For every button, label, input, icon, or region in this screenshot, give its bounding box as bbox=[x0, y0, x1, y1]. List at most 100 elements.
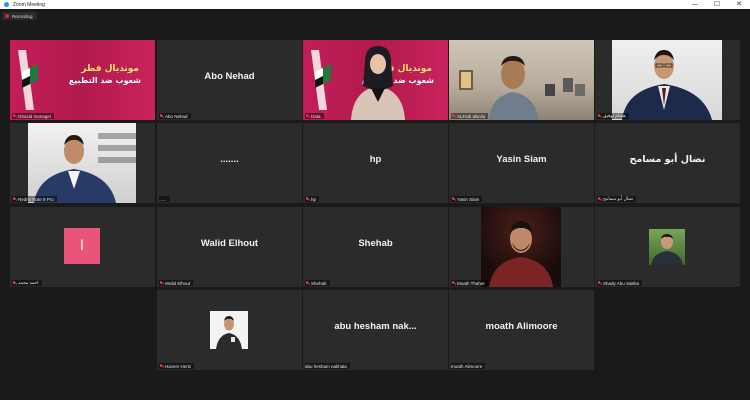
participant-tile[interactable]: هشام توفيق bbox=[595, 40, 740, 120]
title-bar: Zoom Meeting — ☐ ✕ bbox=[0, 0, 750, 9]
banner-line-2: شعوب ضد التطبيع bbox=[68, 76, 141, 85]
participant-display-name: Yasin Siam bbox=[496, 153, 547, 165]
participant-namebar: Yasin Siam bbox=[451, 196, 483, 202]
participant-tile[interactable]: مونديال قطر شعوب ضد التطبيع Ghazal manag… bbox=[10, 40, 155, 120]
participant-display-name: Walid Elhout bbox=[200, 237, 259, 249]
minimize-button[interactable]: — bbox=[684, 0, 706, 9]
recording-label: Recording bbox=[12, 13, 33, 19]
participant-name: Ghazal manager bbox=[18, 113, 52, 119]
participant-tile[interactable]: مونديال قطر شعوب ضد التطبيع Data bbox=[303, 40, 448, 120]
participant-tile[interactable]: نضال أبو مسامح نضال أبو مسامح bbox=[595, 123, 740, 203]
participant-name: Hazem Hertz bbox=[165, 363, 192, 369]
participant-name: Shady Abu Sabha bbox=[603, 280, 640, 286]
mic-muted-icon bbox=[451, 196, 455, 202]
mic-muted-icon bbox=[12, 280, 16, 286]
participant-namebar: ALFaib alsolia bbox=[451, 113, 489, 119]
profile-photo bbox=[489, 221, 553, 287]
close-button[interactable]: ✕ bbox=[728, 0, 750, 9]
speaker-figure bbox=[622, 50, 712, 120]
participant-tile[interactable]: Walid Elhout Walid Elhout bbox=[157, 207, 302, 287]
participant-namebar: نضال أبو مسامح bbox=[597, 196, 637, 202]
participant-name: احمد محمد bbox=[18, 280, 39, 285]
mic-muted-icon bbox=[305, 113, 309, 119]
mic-muted-icon bbox=[12, 196, 16, 202]
participant-display-name: نضال أبو مسامح bbox=[629, 153, 706, 165]
mic-muted-icon bbox=[305, 280, 309, 286]
video-gallery: مونديال قطر شعوب ضد التطبيع Ghazal manag… bbox=[0, 24, 750, 400]
participant-name: Redmi Note 8 Pro bbox=[18, 196, 54, 202]
participant-tile[interactable]: abu hesham nak... abu hesham nakhala bbox=[303, 290, 448, 370]
participant-display-name: moath Alimoore bbox=[485, 320, 558, 332]
avatar-letter: ا bbox=[80, 238, 84, 254]
participant-video bbox=[449, 40, 594, 120]
participant-tile[interactable]: Yasin Siam Yasin Siam bbox=[449, 123, 594, 203]
participant-tile[interactable]: hp hp bbox=[303, 123, 448, 203]
mic-muted-icon bbox=[159, 363, 163, 369]
participant-display-name: ....... bbox=[220, 153, 239, 165]
participant-tile[interactable]: Shady Abu Sabha bbox=[595, 207, 740, 287]
mic-muted-icon bbox=[159, 113, 163, 119]
participant-namebar: احمد محمد bbox=[12, 280, 42, 286]
mic-muted-icon bbox=[597, 196, 601, 202]
participant-display-name: hp bbox=[369, 153, 382, 165]
participant-namebar: Redmi Note 8 Pro bbox=[12, 196, 57, 202]
participant-name: moath Alimoore bbox=[451, 363, 483, 369]
ribbon-graphic bbox=[311, 50, 331, 110]
participant-avatar: ا bbox=[64, 228, 100, 264]
mic-muted-icon bbox=[305, 196, 309, 202]
participant-name: Walid Elhout bbox=[165, 280, 191, 286]
participant-name: abu hesham nakhala bbox=[305, 363, 347, 369]
participant-namebar: Ghazal manager bbox=[12, 113, 55, 119]
participant-display-name: Shehab bbox=[358, 237, 393, 249]
zoom-app-icon bbox=[4, 2, 9, 7]
recording-indicator[interactable]: Recording bbox=[2, 12, 37, 20]
participant-namebar: Shehab bbox=[305, 280, 330, 286]
participant-tile[interactable]: ....... ...... bbox=[157, 123, 302, 203]
ribbon-graphic bbox=[18, 50, 38, 110]
participant-name: هشام توفيق bbox=[603, 113, 626, 118]
participant-tile[interactable]: Shehab Shehab bbox=[303, 207, 448, 287]
participant-name: Shehab bbox=[311, 280, 327, 286]
participant-display-name: abu hesham nak... bbox=[334, 320, 417, 332]
participant-namebar: abu hesham nakhala bbox=[305, 363, 350, 369]
participant-tile-active-speaker[interactable]: ALFaib alsolia bbox=[449, 40, 594, 120]
speaker-figure bbox=[34, 133, 136, 203]
participant-namebar: moath Alimoore bbox=[451, 363, 486, 369]
participant-tile[interactable]: Moath Thaher bbox=[449, 207, 594, 287]
window-controls: — ☐ ✕ bbox=[684, 0, 750, 9]
room-scene bbox=[459, 56, 585, 120]
participant-name: نضال أبو مسامح bbox=[603, 196, 634, 201]
participant-name: ...... bbox=[159, 196, 167, 202]
participant-tile[interactable]: ا احمد محمد bbox=[10, 207, 155, 287]
mic-muted-icon bbox=[159, 280, 163, 286]
mic-muted-icon bbox=[597, 280, 601, 286]
maximize-button[interactable]: ☐ bbox=[706, 0, 728, 9]
participant-tile[interactable]: moath Alimoore moath Alimoore bbox=[449, 290, 594, 370]
participant-photo bbox=[210, 311, 248, 349]
participant-tile[interactable]: Abo Nehad Abo Nehad bbox=[157, 40, 302, 120]
participant-video bbox=[28, 123, 136, 203]
banner-line-1: مونديال قطر bbox=[81, 64, 139, 74]
participant-display-name: Abo Nehad bbox=[204, 70, 255, 82]
participant-video: مونديال قطر شعوب ضد التطبيع bbox=[10, 40, 155, 120]
participant-name: Yasin Siam bbox=[457, 196, 480, 202]
mic-muted-icon bbox=[451, 280, 455, 286]
participant-namebar: Shady Abu Sabha bbox=[597, 280, 643, 286]
participant-name: Abo Nehad bbox=[165, 113, 188, 119]
participant-tile[interactable]: Hazem Hertz bbox=[157, 290, 302, 370]
mic-muted-icon bbox=[12, 113, 16, 119]
participant-tile[interactable]: Redmi Note 8 Pro bbox=[10, 123, 155, 203]
participant-name: hp bbox=[311, 196, 317, 202]
mic-muted-icon bbox=[451, 113, 455, 119]
participant-namebar: Moath Thaher bbox=[451, 280, 488, 286]
participant-video bbox=[612, 40, 722, 120]
participant-name: Data bbox=[311, 113, 321, 119]
participant-namebar: Abo Nehad bbox=[159, 113, 191, 119]
recording-dot-icon bbox=[5, 14, 9, 18]
participant-namebar: ...... bbox=[159, 196, 170, 202]
window-title: Zoom Meeting bbox=[13, 1, 45, 8]
participant-namebar: Walid Elhout bbox=[159, 280, 194, 286]
participant-name: ALFaib alsolia bbox=[457, 113, 486, 119]
participant-namebar: hp bbox=[305, 196, 320, 202]
participant-namebar: Data bbox=[305, 113, 324, 119]
